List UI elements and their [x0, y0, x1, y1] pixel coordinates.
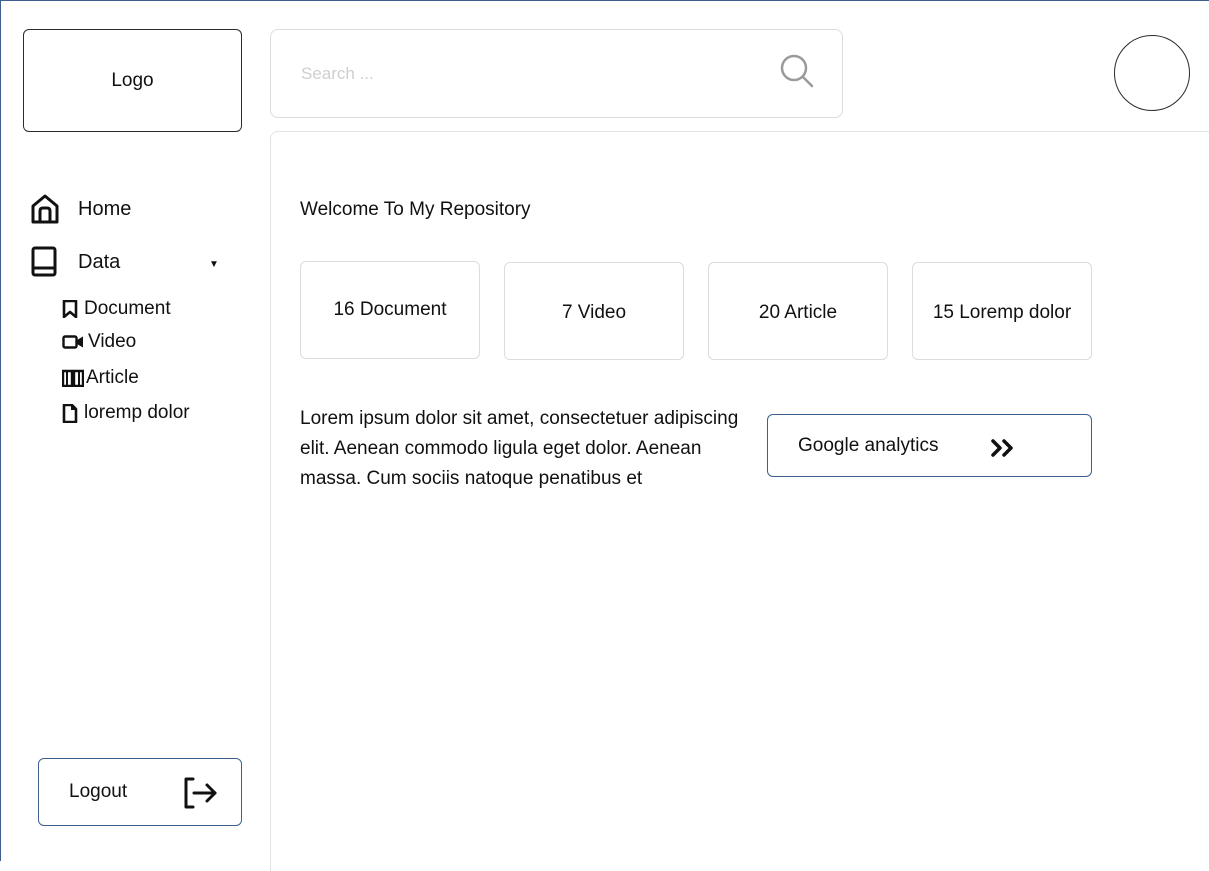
google-analytics-button[interactable]: Google analytics	[767, 414, 1092, 477]
search-input[interactable]	[301, 63, 741, 84]
file-icon	[62, 403, 84, 423]
home-icon	[30, 193, 64, 225]
stat-card-loremp-dolor[interactable]: 15 Loremp dolor	[912, 262, 1092, 360]
stat-card-label: 20 Article	[758, 302, 838, 323]
sidebar-subitem-article[interactable]: Article	[62, 367, 139, 389]
description-text: Lorem ipsum dolor sit amet, consectetuer…	[300, 408, 739, 489]
sidebar-subitem-document[interactable]: Document	[62, 298, 171, 320]
stat-card-document[interactable]: 16 Document	[300, 261, 480, 359]
sidebar-subitem-label: Document	[84, 298, 171, 319]
sidebar-subitem-label: Video	[88, 331, 137, 352]
double-chevron-right-icon	[990, 439, 1016, 463]
sidebar-item-home[interactable]: Home	[30, 193, 131, 225]
sidebar-subitem-label: loremp dolor	[84, 402, 190, 423]
logo[interactable]: Logo	[23, 29, 242, 132]
stat-card-article[interactable]: 20 Article	[708, 262, 888, 360]
search-bar	[270, 29, 843, 118]
sidebar-item-label: Data	[78, 250, 121, 273]
sidebar-subitem-video[interactable]: Video	[62, 331, 136, 353]
stat-card-label: 7 Video	[561, 302, 627, 323]
logout-button[interactable]: Logout	[38, 758, 242, 826]
sidebar-subitem-loremp-dolor[interactable]: loremp dolor	[62, 402, 190, 424]
sidebar-item-data[interactable]: Data	[30, 246, 120, 278]
video-camera-icon	[62, 334, 88, 350]
google-analytics-label: Google analytics	[798, 434, 939, 456]
open-book-icon	[62, 369, 86, 387]
sidebar-item-label: Home	[78, 197, 132, 220]
bookmark-icon	[62, 300, 84, 318]
search-icon[interactable]	[779, 53, 815, 94]
avatar[interactable]	[1114, 35, 1190, 111]
stat-card-video[interactable]: 7 Video	[504, 262, 684, 360]
main-content-panel	[270, 131, 1209, 871]
logout-icon	[183, 777, 219, 815]
logout-label: Logout	[69, 781, 128, 802]
page-title: Welcome To My Repository	[300, 199, 531, 220]
chevron-down-icon[interactable]: ▼	[209, 259, 219, 270]
sidebar-subitem-label: Article	[86, 367, 139, 388]
stat-card-label: 16 Document	[333, 299, 447, 320]
logo-label: Logo	[111, 69, 154, 91]
book-icon	[30, 246, 64, 278]
stat-card-label: 15 Loremp dolor	[932, 302, 1072, 323]
